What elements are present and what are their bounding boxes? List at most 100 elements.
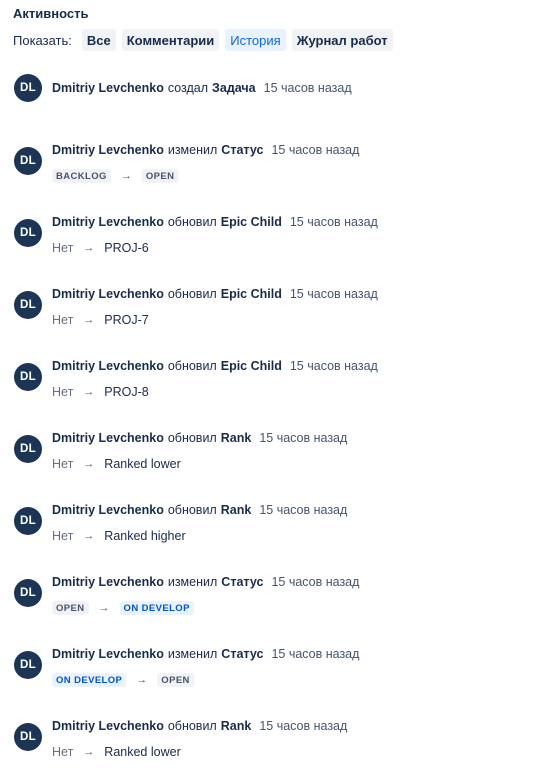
author-name[interactable]: Dmitriy Levchenko bbox=[52, 359, 164, 373]
avatar[interactable]: DL bbox=[14, 579, 42, 607]
author-name[interactable]: Dmitriy Levchenko bbox=[52, 575, 164, 589]
action-verb: изменил bbox=[167, 575, 218, 589]
activity-title: Активность bbox=[13, 6, 89, 21]
avatar[interactable]: DL bbox=[14, 219, 42, 247]
value-from: Нет bbox=[52, 745, 74, 759]
timestamp[interactable]: 15 часов назад bbox=[259, 503, 347, 517]
history-entry: DL Dmitriy Levchenko обновил Epic Child 15 ч… bbox=[0, 359, 545, 422]
value-from: Нет bbox=[52, 457, 74, 471]
filter-comments-button[interactable]: Комментарии bbox=[121, 29, 220, 51]
field-name: Статус bbox=[221, 647, 264, 661]
filter-history-button[interactable]: История bbox=[225, 29, 286, 51]
avatar[interactable]: DL bbox=[14, 435, 42, 463]
timestamp[interactable]: 15 часов назад bbox=[271, 575, 359, 589]
filter-all-button[interactable]: Все bbox=[81, 29, 116, 51]
history-entry-summary: Dmitriy Levchenko создал Задача 15 часов на… bbox=[52, 80, 352, 96]
field-name: Задача bbox=[212, 81, 256, 95]
action-verb: обновил bbox=[167, 359, 217, 373]
action-verb: обновил bbox=[167, 431, 217, 445]
value-from: Нет bbox=[52, 529, 74, 543]
action-verb: создал bbox=[167, 81, 209, 95]
history-entry: DL Dmitriy Levchenko обновил Rank 15 часов н… bbox=[0, 719, 545, 782]
history-entry: DL Dmitriy Levchenko обновил Rank 15 часов н… bbox=[0, 503, 545, 566]
author-name[interactable]: Dmitriy Levchenko bbox=[52, 719, 164, 733]
timestamp[interactable]: 15 часов назад bbox=[259, 719, 347, 733]
action-verb: обновил bbox=[167, 215, 217, 229]
timestamp[interactable]: 15 часов назад bbox=[264, 81, 352, 95]
history-entry: DL Dmitriy Levchenko создал Задача 15 часов … bbox=[0, 74, 545, 134]
action-verb: обновил bbox=[167, 503, 217, 517]
change-values: Нет → PROJ-7 bbox=[52, 312, 149, 328]
author-name[interactable]: Dmitriy Levchenko bbox=[52, 647, 164, 661]
avatar[interactable]: DL bbox=[14, 147, 42, 175]
change-values: Нет → Ranked higher bbox=[52, 528, 186, 544]
status-lozenge-from: BACKLOG bbox=[52, 169, 111, 183]
field-name: Rank bbox=[220, 503, 252, 517]
timestamp[interactable]: 15 часов назад bbox=[290, 359, 378, 373]
show-label: Показать: bbox=[13, 32, 72, 48]
status-lozenge-to: OPEN bbox=[157, 673, 194, 687]
author-name[interactable]: Dmitriy Levchenko bbox=[52, 143, 164, 157]
change-values: BACKLOG → OPEN bbox=[52, 168, 179, 184]
author-name[interactable]: Dmitriy Levchenko bbox=[52, 287, 164, 301]
field-name: Epic Child bbox=[220, 215, 282, 229]
author-name[interactable]: Dmitriy Levchenko bbox=[52, 215, 164, 229]
value-to: PROJ-6 bbox=[104, 241, 149, 255]
history-entry-summary: Dmitriy Levchenko изменил Статус 15 часов н… bbox=[52, 142, 359, 158]
timestamp[interactable]: 15 часов назад bbox=[290, 215, 378, 229]
arrow-right-icon: → bbox=[120, 170, 132, 182]
filter-worklog-button[interactable]: Журнал работ bbox=[291, 29, 393, 51]
value-to: PROJ-7 bbox=[104, 313, 149, 327]
author-name[interactable]: Dmitriy Levchenko bbox=[52, 431, 164, 445]
value-to: PROJ-8 bbox=[104, 385, 149, 399]
arrow-right-icon: → bbox=[83, 746, 95, 758]
change-values: Нет → Ranked lower bbox=[52, 744, 181, 760]
change-values: Нет → PROJ-6 bbox=[52, 240, 149, 256]
timestamp[interactable]: 15 часов назад bbox=[290, 287, 378, 301]
value-to: Ranked lower bbox=[104, 745, 181, 759]
avatar[interactable]: DL bbox=[14, 363, 42, 391]
value-from: Нет bbox=[52, 385, 74, 399]
field-name: Статус bbox=[221, 575, 264, 589]
change-values: ON DEVELOP → OPEN bbox=[52, 672, 194, 688]
author-name[interactable]: Dmitriy Levchenko bbox=[52, 81, 164, 95]
arrow-right-icon: → bbox=[98, 602, 110, 614]
history-entry: DL Dmitriy Levchenko изменил Статус 15 часов… bbox=[0, 647, 545, 710]
action-verb: обновил bbox=[167, 287, 217, 301]
change-values: Нет → Ranked lower bbox=[52, 456, 181, 472]
field-name: Статус bbox=[221, 143, 264, 157]
arrow-right-icon: → bbox=[83, 458, 95, 470]
timestamp[interactable]: 15 часов назад bbox=[259, 431, 347, 445]
status-lozenge-from: OPEN bbox=[52, 601, 89, 615]
status-lozenge-from: ON DEVELOP bbox=[52, 673, 127, 687]
change-values: OPEN → ON DEVELOP bbox=[52, 600, 194, 616]
arrow-right-icon: → bbox=[83, 242, 95, 254]
arrow-right-icon: → bbox=[83, 314, 95, 326]
history-entry: DL Dmitriy Levchenko изменил Статус 15 часов… bbox=[0, 575, 545, 638]
action-verb: обновил bbox=[167, 719, 217, 733]
timestamp[interactable]: 15 часов назад bbox=[271, 647, 359, 661]
value-from: Нет bbox=[52, 313, 74, 327]
action-verb: изменил bbox=[167, 647, 218, 661]
history-entry-summary: Dmitriy Levchenko обновил Rank 15 часов наз… bbox=[52, 718, 347, 734]
history-entry-summary: Dmitriy Levchenko изменил Статус 15 часов н… bbox=[52, 574, 359, 590]
arrow-right-icon: → bbox=[83, 386, 95, 398]
avatar[interactable]: DL bbox=[14, 74, 42, 102]
history-entry-summary: Dmitriy Levchenko обновил Rank 15 часов наз… bbox=[52, 430, 347, 446]
value-from: Нет bbox=[52, 241, 74, 255]
history-entry: DL Dmitriy Levchenko обновил Epic Child 15 ч… bbox=[0, 215, 545, 278]
arrow-right-icon: → bbox=[136, 674, 148, 686]
timestamp[interactable]: 15 часов назад bbox=[271, 143, 359, 157]
status-lozenge-to: ON DEVELOP bbox=[119, 601, 194, 615]
avatar[interactable]: DL bbox=[14, 723, 42, 751]
activity-filter-bar: Показать: Все Комментарии История Журнал… bbox=[13, 29, 399, 51]
history-entry: DL Dmitriy Levchenko обновил Rank 15 часов н… bbox=[0, 431, 545, 494]
author-name[interactable]: Dmitriy Levchenko bbox=[52, 503, 164, 517]
history-entry-summary: Dmitriy Levchenko обновил Epic Child 15 час… bbox=[52, 214, 378, 230]
avatar[interactable]: DL bbox=[14, 651, 42, 679]
history-entry-summary: Dmitriy Levchenko изменил Статус 15 часов н… bbox=[52, 646, 359, 662]
status-lozenge-to: OPEN bbox=[141, 169, 179, 183]
avatar[interactable]: DL bbox=[14, 291, 42, 319]
avatar[interactable]: DL bbox=[14, 507, 42, 535]
arrow-right-icon: → bbox=[83, 530, 95, 542]
